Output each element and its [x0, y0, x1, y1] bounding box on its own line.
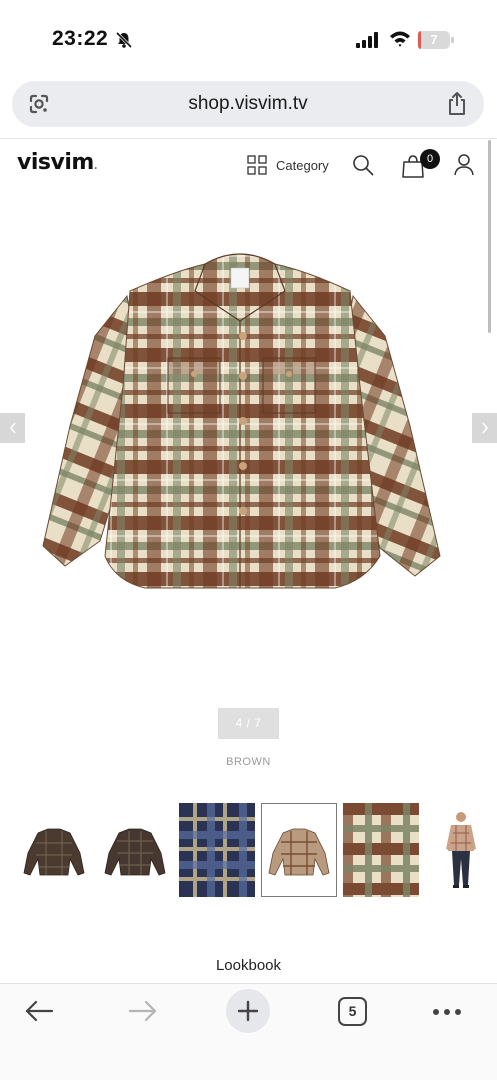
address-bar[interactable]: shop.visvim.tv — [12, 81, 484, 127]
chevron-left-icon — [9, 422, 16, 434]
grid-icon — [247, 155, 267, 175]
product-image[interactable] — [35, 236, 445, 596]
category-menu-button[interactable]: Category — [247, 155, 329, 175]
user-icon[interactable] — [454, 154, 474, 176]
category-label: Category — [276, 157, 329, 173]
status-time: 23:22 — [52, 27, 109, 50]
image-counter: 4 / 7 — [218, 708, 279, 739]
lookbook-link[interactable]: Lookbook — [0, 957, 497, 974]
battery-icon: 7 — [418, 31, 450, 49]
forward-arrow-icon[interactable] — [128, 998, 158, 1024]
more-icon[interactable] — [432, 1008, 462, 1016]
logo-text: visvim — [17, 150, 94, 175]
search-icon[interactable] — [352, 154, 374, 176]
next-image-button[interactable] — [472, 413, 497, 443]
thumbnail-shirt-front-brown[interactable] — [261, 803, 337, 897]
plus-icon — [237, 1000, 259, 1022]
bell-slash-icon — [115, 31, 133, 49]
thumbnail-brown-plaid-fabric[interactable] — [343, 803, 419, 897]
chevron-right-icon — [481, 422, 488, 434]
previous-image-button[interactable] — [0, 413, 25, 443]
color-name: BROWN — [226, 756, 271, 768]
back-arrow-icon[interactable] — [24, 998, 54, 1024]
thumbnail-shirt-front-dark[interactable] — [16, 803, 92, 897]
divider — [0, 138, 497, 139]
new-tab-button[interactable] — [226, 989, 270, 1033]
wifi-icon — [390, 31, 410, 47]
battery-level: 7 — [430, 32, 438, 47]
cart-count-badge: 0 — [420, 149, 440, 169]
battery-nub — [451, 37, 454, 43]
page-scrollbar[interactable] — [488, 140, 491, 333]
thumbnail-model-wearing-shirt[interactable] — [425, 803, 497, 897]
site-logo[interactable]: visvim. — [17, 150, 98, 175]
url-text[interactable]: shop.visvim.tv — [12, 81, 484, 127]
logo-mark: . — [93, 161, 98, 172]
signal-icon — [356, 32, 378, 48]
status-bar: 23:22 7 — [0, 0, 497, 80]
tabs-button[interactable]: 5 — [338, 997, 367, 1026]
thumbnail-navy-plaid-fabric[interactable] — [179, 803, 255, 897]
browser-toolbar: 5 — [0, 983, 497, 1080]
thumbnail-shirt-back-dark[interactable] — [97, 803, 173, 897]
share-icon[interactable] — [446, 91, 468, 117]
